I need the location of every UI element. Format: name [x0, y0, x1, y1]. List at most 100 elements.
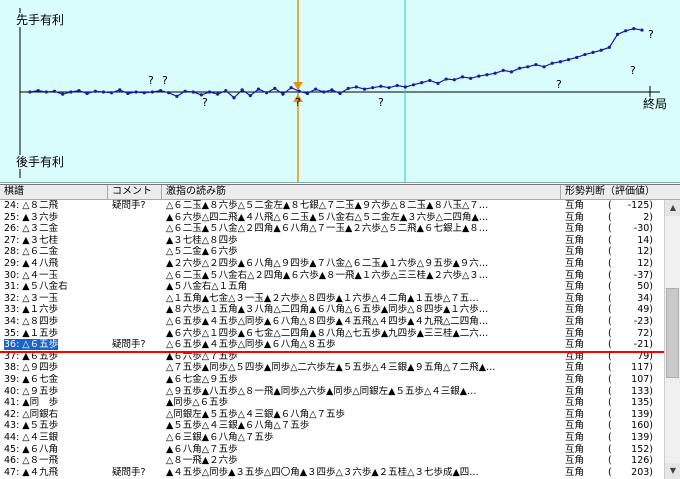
table-row[interactable]: 46: △８一飛 △８一飛▲２六歩 互角(126)	[0, 455, 664, 466]
dubious-move-mark: ?	[378, 96, 384, 109]
move-cell: 24: △８二飛	[4, 200, 59, 211]
evaluation-point	[28, 90, 32, 94]
table-row[interactable]: 31: ▲５八金右 ▲５八金右△１五角 互角(50)	[0, 281, 664, 292]
pv-cell: ▲６七金△９五歩	[166, 374, 238, 385]
evaluation-point	[207, 90, 212, 94]
score-cell: 126)	[631, 455, 653, 467]
pv-cell: △７五歩▲同歩△５四歩▲同歩△二六歩左▲５五歩△４三銀▲９五角△７二飛▲…	[166, 362, 496, 374]
sente-advantage-label: 先手有利	[14, 13, 67, 27]
eval-cell: 互角	[565, 397, 585, 409]
scrollbar-thumb[interactable]	[666, 288, 679, 378]
table-row[interactable]: 30: △４一玉 △６二玉▲５八金右△２四角▲６六歩▲８一飛▲１六歩△三三桂▲２六…	[0, 270, 664, 281]
move-cell: 43: ▲５五歩	[4, 420, 59, 432]
table-row[interactable]: 45: ▲６八角 ▲６八角△７五歩 互角(152)	[0, 444, 664, 455]
evaluation-point	[542, 65, 546, 69]
evaluation-point	[534, 63, 538, 67]
table-row[interactable]: 25: ▲３六歩 ▲６六歩△四二飛▲４八飛△６二玉▲５八金右△５二金左▲３六歩△二…	[0, 212, 664, 223]
evaluation-point	[371, 86, 375, 90]
evaluation-point	[216, 92, 220, 96]
game-end-label: 終局	[643, 97, 668, 111]
vertical-scrollbar[interactable]: ▲ ▼	[664, 200, 680, 479]
score-cell: 2)	[643, 211, 653, 223]
table-row[interactable]: 38: △９四歩 △７五歩▲同歩△５四歩▲同歩△二六歩左▲５五歩△４三銀▲９五角△…	[0, 362, 664, 373]
header-pv[interactable]: 激指の読み筋	[162, 185, 561, 199]
evaluation-point	[477, 74, 481, 78]
evaluation-point	[224, 88, 228, 93]
pv-cell: △６五歩▲４五歩△同歩▲６八角△８五歩	[166, 339, 336, 351]
pv-cell: △６三銀▲６八角△７五歩	[166, 432, 274, 443]
evaluation-point	[558, 60, 563, 64]
score-cell: 34)	[637, 292, 653, 304]
pv-cell: △６五歩▲４五歩△同歩▲６八角△８四歩▲４五飛△４四歩▲４九飛△二四角…	[166, 316, 489, 327]
eval-cell: 互角	[565, 443, 585, 455]
dubious-move-mark: ?	[162, 74, 168, 87]
pv-cell: ▲同歩△６五歩	[166, 397, 229, 409]
header-comment[interactable]: コメント	[108, 185, 162, 199]
evaluation-point	[69, 90, 73, 94]
table-row[interactable]: 29: ▲４八飛 ▲２六歩△２四歩▲６八角△９四歩▲７八金△６二玉▲１六歩△９五歩…	[0, 258, 664, 269]
evaluation-point	[469, 76, 473, 80]
eval-cell: 互角	[565, 258, 585, 269]
analysis-list[interactable]: 棋譜 コメント 激指の読み筋 形勢判断（評価値） 24: △８二飛 疑問手? △６二…	[0, 184, 680, 479]
header-eval[interactable]: 形勢判断（評価値）	[561, 185, 664, 199]
evaluation-point	[493, 71, 497, 75]
move-cell: 29: ▲４八飛	[4, 258, 59, 269]
table-row[interactable]: 34: △８四歩 △６五歩▲４五歩△同歩▲６八角△８四歩▲４五飛△４四歩▲４九飛△…	[0, 316, 664, 327]
pv-cell: ▲６六歩△１四歩▲６七金△二四角▲８八角△七五歩▲九四歩▲三三桂▲二六…	[166, 327, 489, 339]
header-move[interactable]: 棋譜	[0, 185, 108, 199]
evaluation-point	[305, 91, 310, 96]
table-row[interactable]: 32: △３一玉 △１五角▲七金△３一玉▲２六歩△８四歩▲１六歩△４二角▲１五歩△…	[0, 293, 664, 304]
pv-cell: ▲５五歩△４三銀▲６八角△７五歩	[166, 420, 310, 432]
evaluation-point	[428, 78, 432, 83]
table-row[interactable]: 26: △３二金 △６二玉▲５八金△２四角▲６八角△７一玉▲２六歩△５二飛▲６七銀…	[0, 223, 664, 234]
evaluation-point	[240, 88, 244, 92]
evaluation-point	[232, 96, 236, 100]
evaluation-point	[150, 90, 154, 94]
evaluation-point	[395, 83, 399, 88]
move-cell: 35: ▲１五歩	[4, 327, 59, 339]
move-cell: 27: ▲３七桂	[4, 234, 59, 246]
move-cell: 42: △同銀右	[4, 408, 59, 420]
evaluation-point	[640, 28, 644, 32]
eval-cell: 互角	[565, 408, 585, 420]
table-row[interactable]: 47: ▲４九飛 疑問手? ▲４五歩△同歩▲３五歩△四〇角▲３四歩△３六歩▲２五桂△…	[0, 467, 664, 478]
table-row[interactable]: 28: △６二金 △５二金▲６六歩 互角(12)	[0, 246, 664, 257]
evaluation-point	[273, 86, 277, 90]
evaluation-point	[444, 77, 448, 81]
table-row[interactable]: 41: ▲同 歩 ▲同歩△６五歩 互角(135)	[0, 397, 664, 408]
evaluation-point	[248, 94, 252, 98]
eval-cell: 互角	[565, 316, 585, 327]
dubious-move-mark: ?	[630, 64, 636, 77]
table-row[interactable]: 36: △６五歩 疑問手? △６五歩▲４五歩△同歩▲６八角△８五歩 互角(-21)	[0, 339, 664, 351]
evaluation-graph[interactable]: ???????? 先手有利 後手有利 終局	[0, 0, 680, 183]
score-cell: 12)	[637, 246, 653, 258]
evaluation-point	[436, 81, 440, 85]
move-cell: 33: ▲１六歩	[4, 304, 59, 316]
pv-cell: ▲６六歩△四二飛▲４八飛△６二玉▲５八金右△５二金左▲３六歩△二四角▲…	[166, 211, 489, 223]
move-cell: 45: ▲６八角	[4, 443, 59, 455]
pv-cell: △６二玉▲８六歩△５二金左▲８七銀△７二玉▲９六歩△８二玉▲８八玉△７…	[166, 200, 489, 211]
score-cell: 14)	[637, 234, 653, 246]
score-cell: 49)	[637, 304, 653, 316]
table-row[interactable]: 27: ▲３七桂 ▲３七桂△８四歩 互角(14)	[0, 235, 664, 246]
current-position-line	[0, 350, 664, 353]
table-row[interactable]: 43: ▲５五歩 ▲５五歩△４三銀▲６八角△７五歩 互角(160)	[0, 420, 664, 431]
pv-cell: △同銀左▲５五歩△４三銀▲６八角△７五歩	[166, 408, 346, 420]
table-row[interactable]: 42: △同銀右 △同銀左▲５五歩△４三銀▲６八角△７五歩 互角(139)	[0, 409, 664, 420]
move-cell: 39: ▲６七金	[4, 374, 59, 385]
score-cell: 12)	[637, 258, 653, 269]
analysis-rows: 24: △８二飛 疑問手? △６二玉▲８六歩△５二金左▲８七銀△７二玉▲９六歩△８二…	[0, 200, 664, 479]
table-row[interactable]: 35: ▲１五歩 ▲６六歩△１四歩▲６七金△二四角▲８八角△七五歩▲九四歩▲三三桂…	[0, 328, 664, 339]
table-row[interactable]: 24: △８二飛 疑問手? △６二玉▲８六歩△５二金左▲８七銀△７二玉▲９六歩△８二…	[0, 200, 664, 211]
table-row[interactable]: 40: △９五歩 △９五歩▲八五歩△８一飛▲同歩△六歩▲同歩△同銀左▲５五歩△４三…	[0, 386, 664, 397]
evaluation-point	[183, 89, 187, 93]
scroll-down-icon[interactable]: ▼	[665, 463, 680, 479]
pv-cell: △８一飛▲２六歩	[166, 455, 238, 467]
evaluation-graph-canvas[interactable]: ????????	[0, 0, 680, 182]
evaluation-point	[142, 91, 146, 95]
table-row[interactable]: 33: ▲１六歩 ▲８六歩△１五角▲３八角△二四角▲６八角△６五歩▲同歩△８四歩▲…	[0, 304, 664, 315]
table-row[interactable]: 39: ▲６七金 ▲６七金△９五歩 互角(107)	[0, 374, 664, 385]
table-row[interactable]: 44: △４三銀 △６三銀▲６八角△７五歩 互角(139)	[0, 432, 664, 443]
eval-cell: 互角	[565, 211, 585, 223]
scroll-up-icon[interactable]: ▲	[665, 200, 680, 216]
